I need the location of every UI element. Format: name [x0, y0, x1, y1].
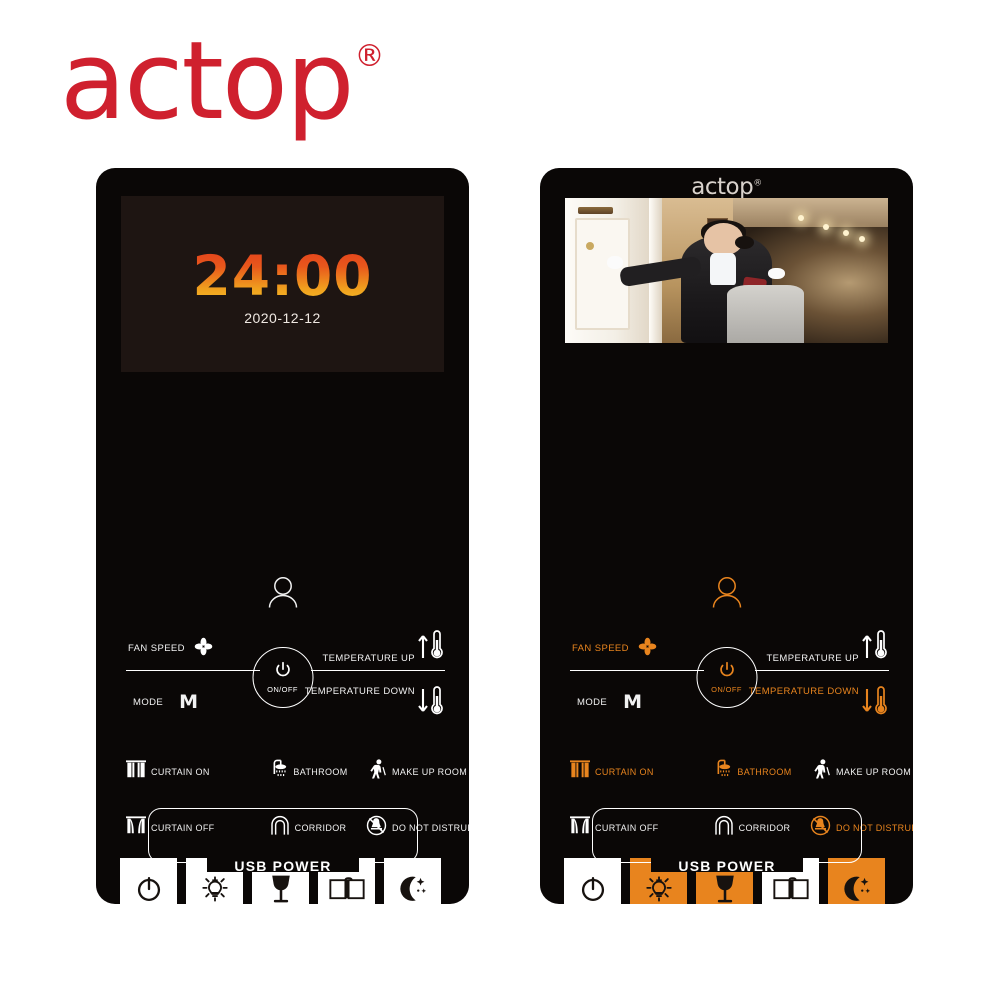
- service-label: MAKE UP ROOM: [836, 767, 912, 777]
- brand-logo: actop ®: [60, 28, 385, 136]
- power-icon: [274, 661, 291, 683]
- fan-speed-button[interactable]: FAN SPEED: [128, 636, 214, 660]
- mode-value: M: [179, 691, 199, 713]
- temperature-down-button[interactable]: TEMPERATURE DOWN: [749, 686, 887, 720]
- display-screen-clock[interactable]: 24:00 2020-12-12: [121, 196, 444, 372]
- service-label: MAKE UP ROOM: [392, 767, 468, 777]
- mode-button[interactable]: MODE M: [577, 691, 642, 713]
- usb-power-label: USB POWER: [678, 858, 776, 874]
- temperature-up-label: TEMPERATURE UP: [322, 653, 415, 664]
- service-row-1: CURTAIN ON BATHROOM MAKE UP ROOM: [96, 744, 469, 800]
- service-bathroom[interactable]: BATHROOM: [694, 744, 810, 800]
- mode-label: MODE: [577, 696, 608, 708]
- service-curtain-on[interactable]: CURTAIN ON: [540, 744, 694, 800]
- display-screen-video[interactable]: [565, 198, 888, 343]
- service-row-1: CURTAIN ON BATHROOM MAKE UP ROOM: [540, 744, 913, 800]
- control-panel-left: 24:00 2020-12-12 FAN SPEED MODE M TEMPER…: [96, 168, 469, 904]
- thermometer-down-icon: [416, 686, 443, 720]
- power-icon: [718, 661, 735, 683]
- moon-stars-icon: [841, 867, 873, 904]
- control-panel-right: actop® FAN SPEED MODE M TEMPERATURE UP T…: [540, 168, 913, 904]
- door-camera-photo: [565, 198, 888, 343]
- fan-icon: [637, 636, 658, 660]
- bulb-rays-icon: [643, 867, 675, 904]
- curtain-closed-icon: [570, 816, 590, 840]
- power-onoff-button[interactable]: ON/OFF: [696, 647, 757, 708]
- service-label: BATHROOM: [737, 767, 792, 777]
- fan-speed-label: FAN SPEED: [572, 642, 629, 654]
- temperature-up-label: TEMPERATURE UP: [766, 653, 859, 664]
- service-make-up-room[interactable]: MAKE UP ROOM: [810, 744, 913, 800]
- temperature-down-label: TEMPERATURE DOWN: [748, 686, 859, 697]
- open-book-icon: [772, 867, 809, 904]
- fan-speed-label: FAN SPEED: [128, 642, 185, 654]
- thermometer-up-icon: [416, 630, 443, 664]
- power-onoff-button[interactable]: ON/OFF: [252, 647, 313, 708]
- divider-left: [570, 670, 704, 671]
- service-make-up-room[interactable]: MAKE UP ROOM: [366, 744, 469, 800]
- temperature-down-button[interactable]: TEMPERATURE DOWN: [305, 686, 443, 720]
- service-label: CURTAIN ON: [151, 767, 210, 777]
- power-label: ON/OFF: [267, 685, 298, 694]
- clock-date: 2020-12-12: [244, 310, 321, 326]
- divider-left: [126, 670, 260, 671]
- scene-night-mode[interactable]: NIGHT MODE: [384, 858, 441, 904]
- service-curtain-on[interactable]: CURTAIN ON: [96, 744, 250, 800]
- usb-power-port[interactable]: USB POWER: [148, 808, 418, 874]
- power-circle-icon: [578, 867, 608, 904]
- divider-right: [755, 670, 889, 671]
- curtain-closed-icon: [126, 816, 146, 840]
- open-book-icon: [328, 867, 365, 904]
- usb-power-port[interactable]: USB POWER: [592, 808, 862, 874]
- panel-brand-logo: actop®: [540, 174, 913, 200]
- power-circle-icon: [134, 867, 164, 904]
- fan-speed-button[interactable]: FAN SPEED: [572, 636, 658, 660]
- mode-button[interactable]: MODE M: [133, 691, 198, 713]
- panel-brand-wordmark: actop: [691, 174, 754, 200]
- curtain-open-icon: [570, 760, 590, 784]
- divider-right: [311, 670, 445, 671]
- fan-icon: [193, 636, 214, 660]
- shower-icon: [712, 759, 732, 785]
- service-label: CURTAIN ON: [595, 767, 654, 777]
- shower-icon: [268, 759, 288, 785]
- moon-stars-icon: [397, 867, 429, 904]
- clock-time: 24:00: [121, 244, 444, 308]
- mode-value: M: [623, 691, 643, 713]
- person-icon[interactable]: [710, 576, 744, 613]
- cleaning-person-icon: [366, 759, 387, 785]
- brand-wordmark: actop: [60, 19, 355, 144]
- scene-master[interactable]: MASTER: [120, 858, 177, 904]
- usb-power-label: USB POWER: [234, 858, 332, 874]
- scene-master[interactable]: MASTER: [564, 858, 621, 904]
- temperature-up-button[interactable]: TEMPERATURE UP: [322, 630, 443, 664]
- service-label: BATHROOM: [293, 767, 348, 777]
- bulb-rays-icon: [199, 867, 231, 904]
- registered-trademark-icon: ®: [753, 178, 762, 189]
- scene-night-mode[interactable]: NIGHT MODE: [828, 858, 885, 904]
- person-icon[interactable]: [266, 576, 300, 613]
- thermometer-up-icon: [860, 630, 887, 664]
- registered-trademark-icon: ®: [354, 39, 385, 74]
- temperature-down-label: TEMPERATURE DOWN: [304, 686, 415, 697]
- temperature-up-button[interactable]: TEMPERATURE UP: [766, 630, 887, 664]
- service-bathroom[interactable]: BATHROOM: [250, 744, 366, 800]
- curtain-open-icon: [126, 760, 146, 784]
- cleaning-person-icon: [810, 759, 831, 785]
- mode-label: MODE: [133, 696, 164, 708]
- thermometer-down-icon: [860, 686, 887, 720]
- power-label: ON/OFF: [711, 685, 742, 694]
